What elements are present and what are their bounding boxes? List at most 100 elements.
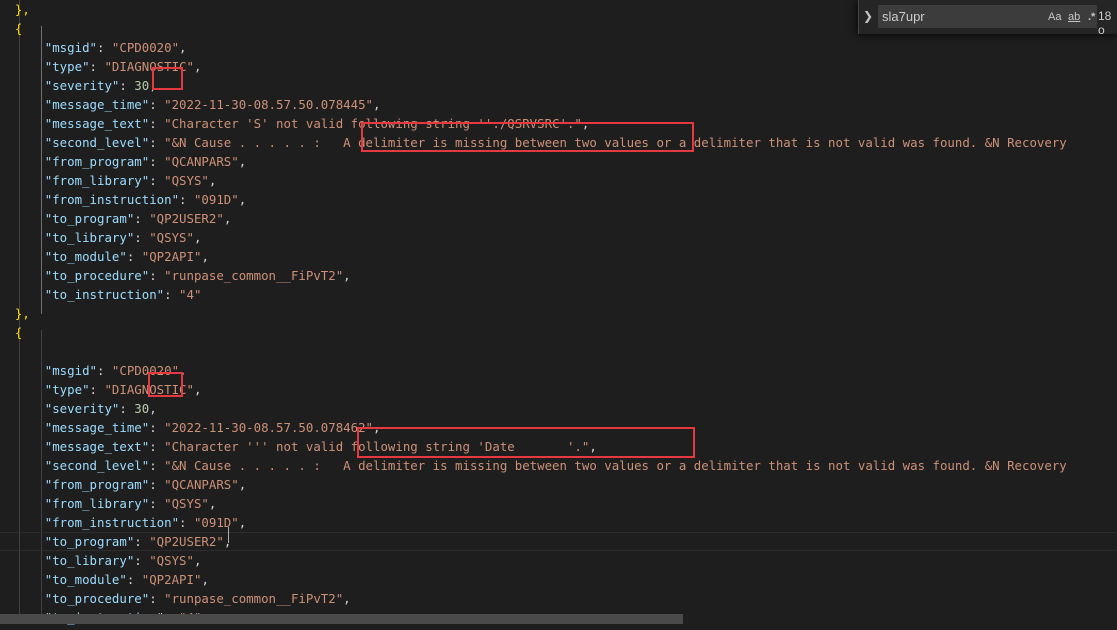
whole-word-label: ab xyxy=(1068,11,1081,23)
code-line[interactable]: "to_procedure": "runpase_common__FiPvT2"… xyxy=(0,266,1117,285)
token-text: , xyxy=(223,211,232,226)
highlight-box-second-level-1 xyxy=(361,122,694,152)
token-key: "from_library" xyxy=(44,496,150,511)
chevron-right-icon[interactable]: ❯ xyxy=(863,9,873,23)
token-key: "to_instruction" xyxy=(44,287,165,302)
code-line[interactable]: "message_time": "2022-11-30-08.57.50.078… xyxy=(0,95,1117,114)
find-input[interactable]: sla7upr Aa ab .* xyxy=(878,5,1097,28)
token-text: : xyxy=(149,116,165,131)
token-str: "2022-11-30-08.57.50.078462" xyxy=(164,420,373,435)
code-line[interactable] xyxy=(0,342,1117,361)
token-text: , xyxy=(201,572,209,587)
token-key: "to_procedure" xyxy=(44,268,150,283)
code-line[interactable]: "from_instruction": "091D", xyxy=(0,190,1117,209)
code-editor[interactable]: }, { "msgid": "CPD0020", "type": "DIAGNO… xyxy=(0,0,1117,630)
token-str: "QCANPARS" xyxy=(164,477,239,492)
token-text: : xyxy=(134,534,150,549)
token-key: "to_program" xyxy=(44,534,135,549)
token-key: "type" xyxy=(44,59,90,74)
code-line[interactable]: "msgid": "CPD0020", xyxy=(0,38,1117,57)
token-str: "QSYS" xyxy=(164,496,209,511)
token-text: : xyxy=(179,515,194,530)
token-text: : xyxy=(149,268,165,283)
highlight-box-second-level-2 xyxy=(357,427,695,458)
token-str: "QP2USER2" xyxy=(149,211,224,226)
code-line[interactable]: "from_instruction": "091D", xyxy=(0,513,1117,532)
token-key: "to_module" xyxy=(44,249,127,264)
find-widget: ❯ sla7upr Aa ab .* 18 o xyxy=(858,0,1117,37)
code-line[interactable]: "severity": 30, xyxy=(0,399,1117,418)
code-line[interactable]: "to_program": "QP2USER2", xyxy=(0,209,1117,228)
code-line[interactable]: "to_program": "QP2USER2", xyxy=(0,532,1117,551)
token-text: , xyxy=(193,230,202,245)
token-brace: { xyxy=(0,325,23,340)
token-key: "severity" xyxy=(44,401,120,416)
token-text: : xyxy=(149,458,165,473)
code-line[interactable]: "second_level": "&N Cause . . . . . : A … xyxy=(0,456,1117,475)
token-text: , xyxy=(238,477,247,492)
code-line[interactable]: "to_module": "QP2API", xyxy=(0,570,1117,589)
token-key: "from_program" xyxy=(44,477,150,492)
code-line[interactable]: }, xyxy=(0,304,1117,323)
token-text: , xyxy=(179,40,187,55)
token-key: "to_procedure" xyxy=(44,591,150,606)
token-text: , xyxy=(238,192,247,207)
regex-icon[interactable]: .* xyxy=(1088,11,1095,23)
code-line[interactable]: "from_program": "QCANPARS", xyxy=(0,152,1117,171)
token-text: : xyxy=(149,135,165,150)
token-key: "msgid" xyxy=(44,40,97,55)
token-text: : xyxy=(149,439,165,454)
token-text: : xyxy=(149,420,165,435)
token-text: : xyxy=(126,572,142,587)
token-brace: { xyxy=(0,21,23,36)
code-line[interactable]: "to_library": "QSYS", xyxy=(0,551,1117,570)
token-text: : xyxy=(126,249,142,264)
code-line[interactable]: "from_library": "QSYS", xyxy=(0,494,1117,513)
code-line[interactable]: "to_instruction": "4" xyxy=(0,285,1117,304)
token-text: : xyxy=(119,78,135,93)
code-line[interactable]: "to_module": "QP2API", xyxy=(0,247,1117,266)
token-str: "QCANPARS" xyxy=(164,154,239,169)
token-key: "msgid" xyxy=(44,363,97,378)
code-line[interactable]: "from_program": "QCANPARS", xyxy=(0,475,1117,494)
find-query-text[interactable]: sla7upr xyxy=(882,9,925,24)
whole-word-icon[interactable]: ab xyxy=(1068,11,1080,23)
token-text: , xyxy=(238,515,247,530)
token-key: "message_time" xyxy=(44,420,150,435)
horizontal-scrollbar-thumb[interactable] xyxy=(0,614,683,624)
code-line[interactable]: "from_library": "QSYS", xyxy=(0,171,1117,190)
highlight-box-severity-2 xyxy=(148,372,183,397)
token-str: "QSYS" xyxy=(149,230,194,245)
token-brace: }, xyxy=(0,2,30,17)
match-case-icon[interactable]: Aa xyxy=(1048,11,1061,23)
token-str: "2022-11-30-08.57.50.078445" xyxy=(164,97,373,112)
token-num: 30 xyxy=(134,401,150,416)
token-brace: }, xyxy=(0,306,30,321)
token-text: : xyxy=(149,496,165,511)
token-text: : xyxy=(149,591,165,606)
code-line[interactable]: "to_procedure": "runpase_common__FiPvT2"… xyxy=(0,589,1117,608)
token-key: "from_instruction" xyxy=(44,192,180,207)
token-text: : xyxy=(119,401,135,416)
code-line[interactable]: "to_library": "QSYS", xyxy=(0,228,1117,247)
code-line[interactable]: { xyxy=(0,323,1117,342)
token-text: : xyxy=(96,40,112,55)
token-key: "to_program" xyxy=(44,211,135,226)
token-text: : xyxy=(149,173,165,188)
token-key: "message_text" xyxy=(44,116,150,131)
